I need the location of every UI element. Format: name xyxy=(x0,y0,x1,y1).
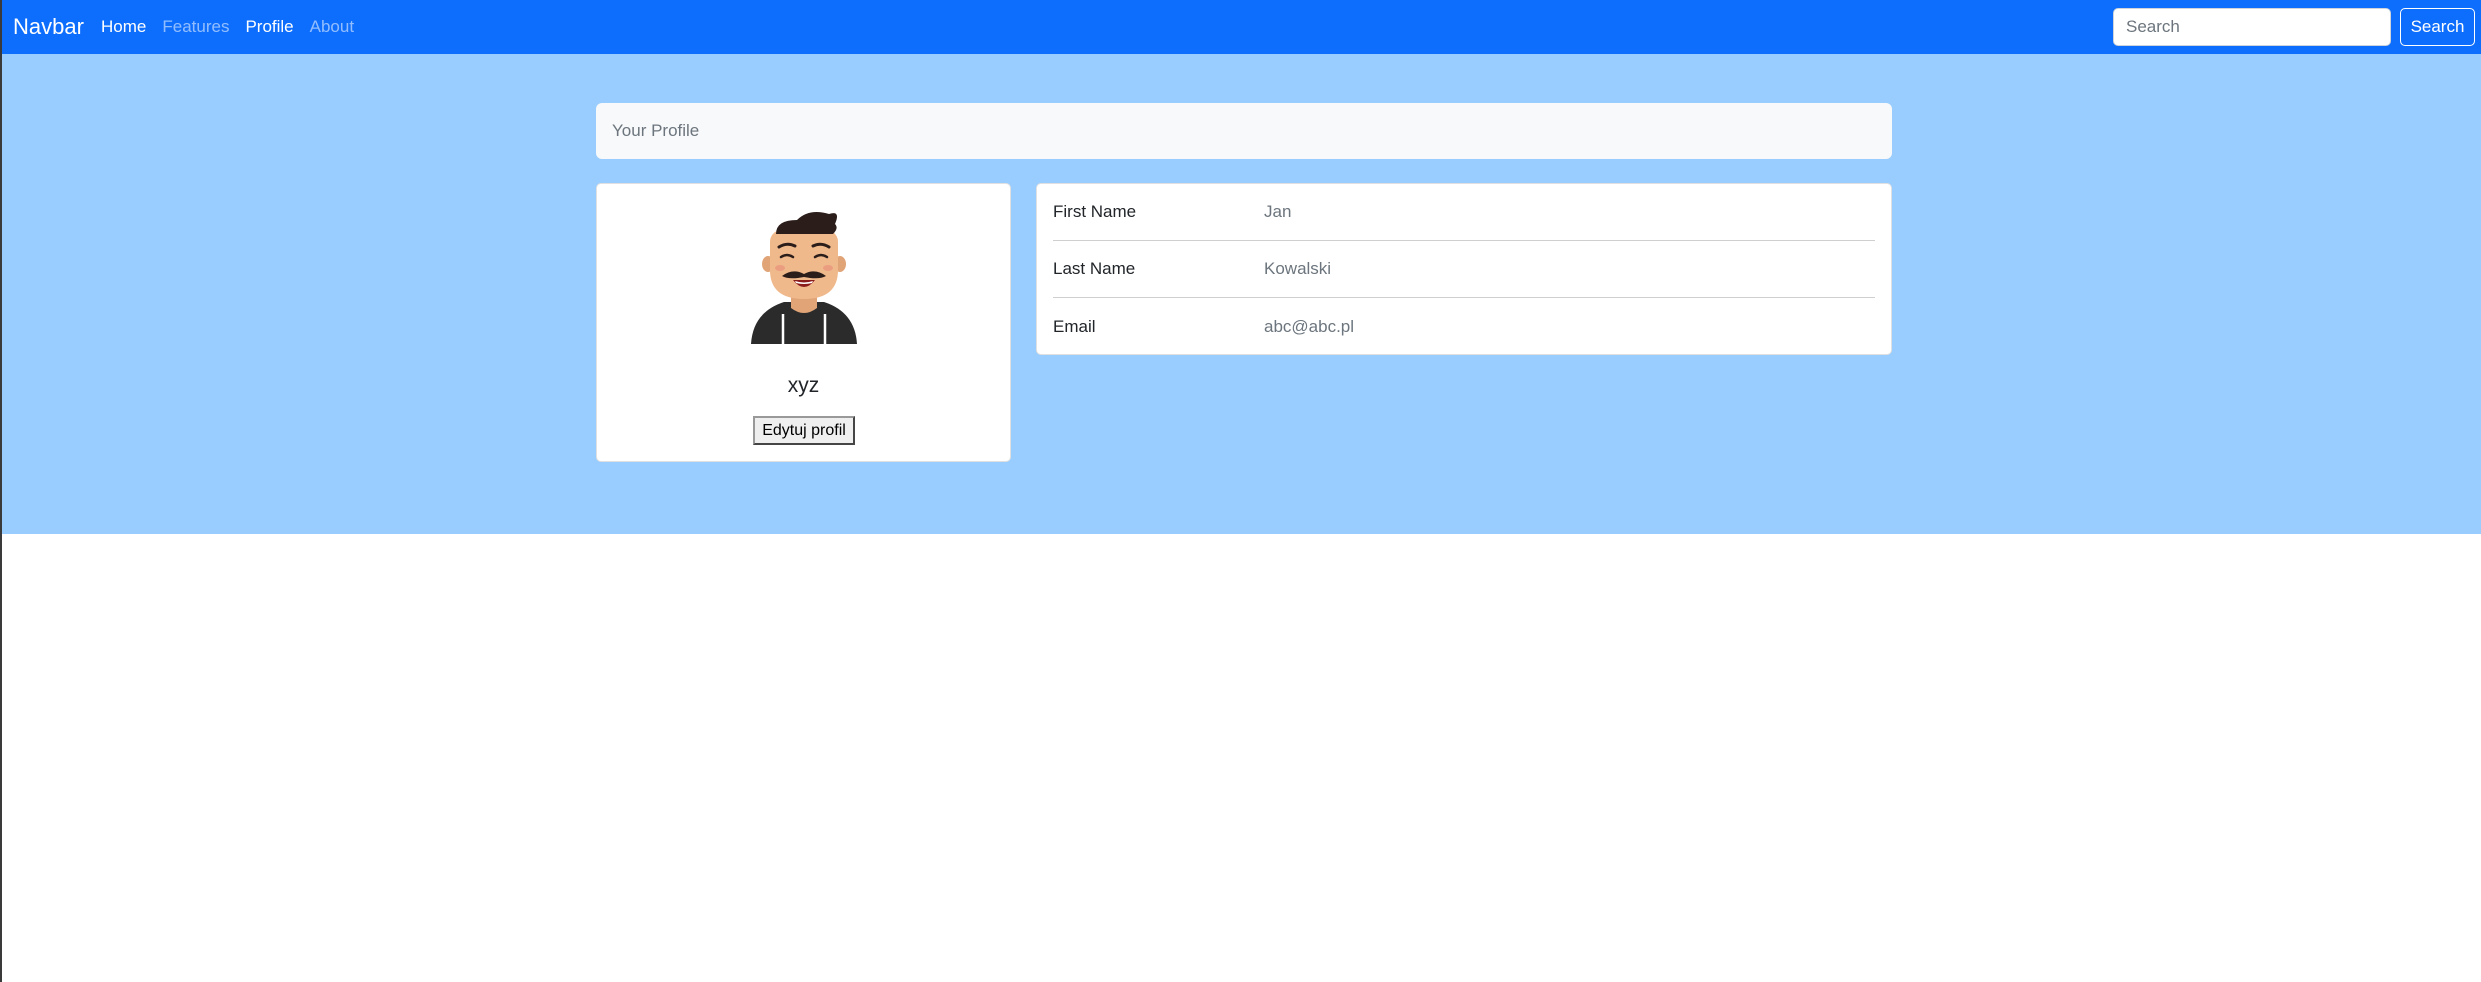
nav-link-features[interactable]: Features xyxy=(162,15,229,39)
edit-profile-button[interactable]: Edytuj profil xyxy=(753,416,855,445)
nav-link-home[interactable]: Home xyxy=(101,15,146,39)
detail-label: Email xyxy=(1053,316,1096,336)
navbar-brand[interactable]: Navbar xyxy=(13,13,84,41)
profile-card: xyz Edytuj profil xyxy=(596,183,1011,462)
breadcrumb: Your Profile xyxy=(596,103,1892,159)
detail-label: Last Name xyxy=(1053,259,1136,278)
nav-link-profile[interactable]: Profile xyxy=(245,15,293,39)
detail-value: Jan xyxy=(1264,202,1292,221)
profile-details-card: First Name Jan Last Name Kowalski Email … xyxy=(1036,183,1892,355)
top-navbar: Navbar Home Features Profile About Searc… xyxy=(0,0,2481,54)
search-input[interactable] xyxy=(2113,8,2391,46)
search-button[interactable]: Search xyxy=(2400,8,2475,46)
detail-value: Kowalski xyxy=(1264,259,1332,278)
profile-username: xyz xyxy=(787,374,820,397)
detail-label: First Name xyxy=(1053,202,1137,221)
detail-row-first-name: First Name Jan xyxy=(1053,184,1875,241)
window-left-border xyxy=(0,0,2,982)
detail-value: abc@abc.pl xyxy=(1264,316,1355,336)
breadcrumb-item: Your Profile xyxy=(612,121,700,140)
nav-links: Home Features Profile About xyxy=(101,15,370,39)
detail-row-last-name: Last Name Kowalski xyxy=(1053,241,1875,298)
detail-row-email: Email abc@abc.pl xyxy=(1053,298,1875,355)
nav-link-about[interactable]: About xyxy=(310,15,354,39)
man-avatar-icon xyxy=(751,212,857,344)
